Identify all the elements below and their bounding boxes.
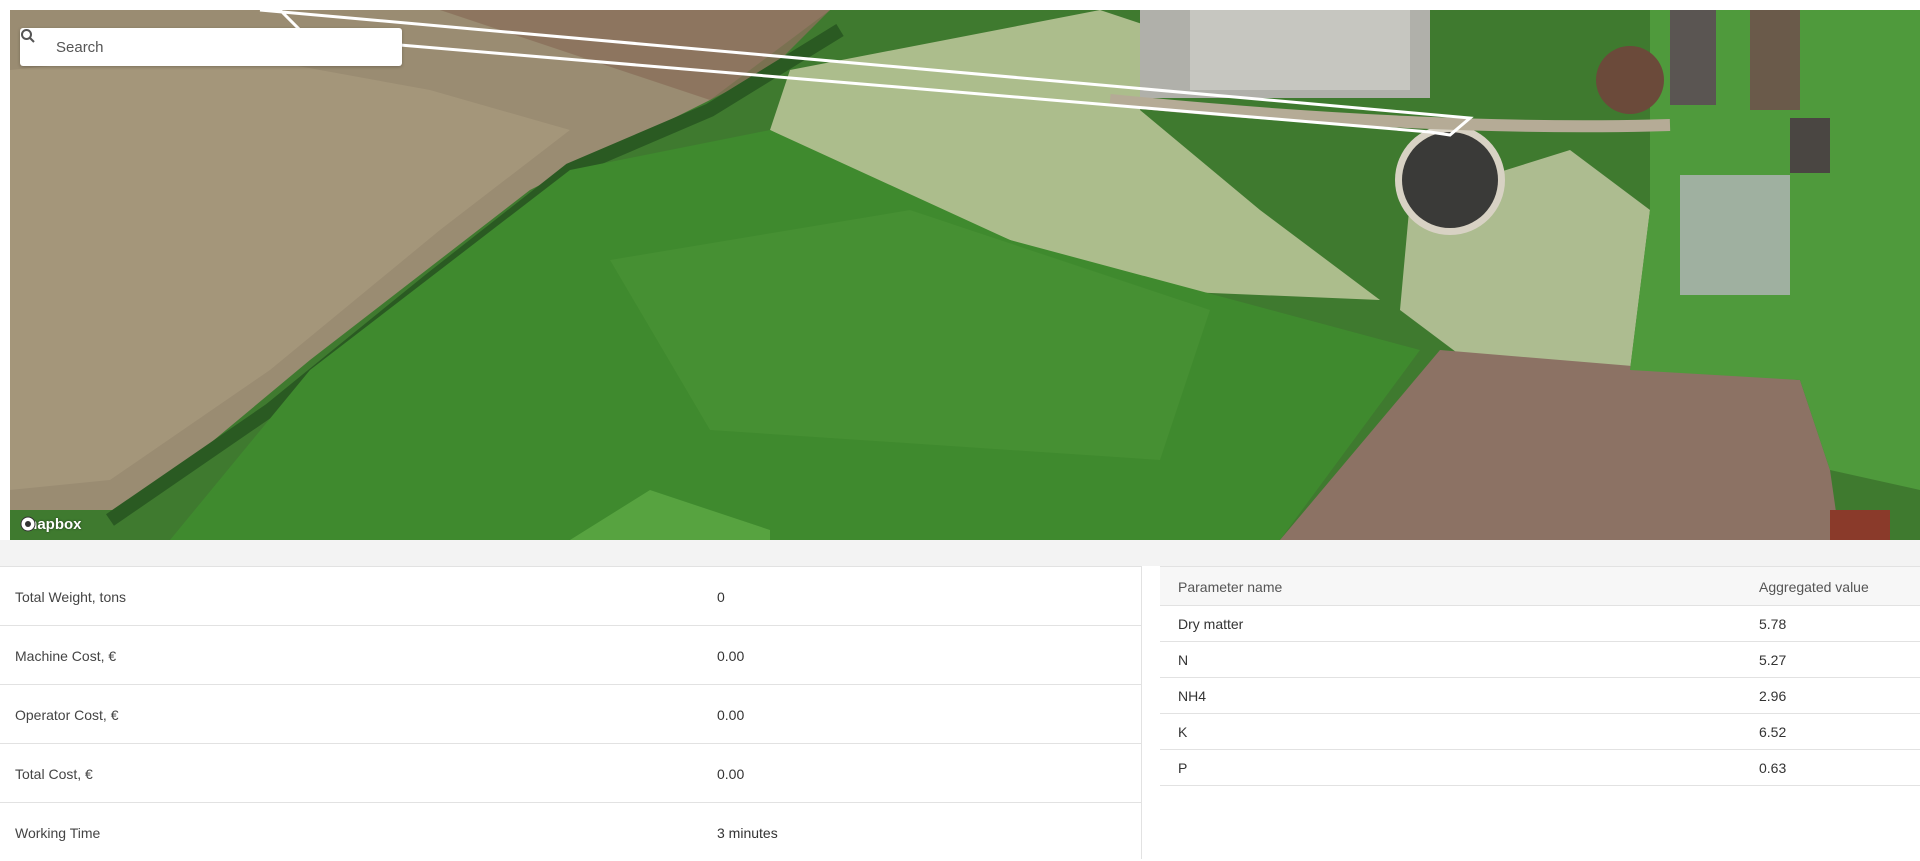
table-row: K 6.52 (1160, 714, 1920, 750)
parameters-table: Parameter name Aggregated value Dry matt… (1160, 566, 1920, 859)
row-value: 0 (717, 589, 725, 605)
section-divider (0, 540, 1920, 566)
search-input[interactable] (54, 37, 388, 57)
satellite-imagery (10, 10, 1920, 540)
column-header-parameter-name[interactable]: Parameter name (1178, 579, 1282, 595)
parameter-name: NH4 (1178, 688, 1207, 704)
row-value: 0.00 (717, 707, 745, 723)
table-row: Dry matter 5.78 (1160, 606, 1920, 642)
satellite-map[interactable]: mapbox (10, 10, 1920, 540)
row-label: Total Cost, € (15, 766, 93, 782)
row-label: Working Time (15, 825, 101, 841)
parameter-name: P (1178, 760, 1188, 776)
row-label: Operator Cost, € (15, 707, 119, 723)
parameter-value: 2.96 (1759, 688, 1787, 704)
table-row: Machine Cost, € 0.00 (0, 626, 1141, 685)
table-row: Working Time 3 minutes (0, 803, 1141, 861)
table-row: P 0.63 (1160, 750, 1920, 786)
row-value: 0.00 (717, 648, 745, 664)
parameter-value: 0.63 (1759, 760, 1787, 776)
map-search-box[interactable] (20, 28, 402, 66)
row-value: 0.00 (717, 766, 745, 782)
parameter-name: Dry matter (1178, 616, 1244, 632)
mapbox-attribution[interactable]: mapbox (20, 516, 82, 533)
cost-summary-table: Total Weight, tons 0 Machine Cost, € 0.0… (0, 566, 1142, 859)
row-label: Machine Cost, € (15, 648, 117, 664)
column-header-aggregated-value[interactable]: Aggregated value (1759, 579, 1869, 595)
parameter-value: 5.78 (1759, 616, 1787, 632)
parameter-name: K (1178, 724, 1188, 740)
table-row: N 5.27 (1160, 642, 1920, 678)
table-row: Operator Cost, € 0.00 (0, 685, 1141, 744)
parameter-value: 5.27 (1759, 652, 1787, 668)
table-row: NH4 2.96 (1160, 678, 1920, 714)
row-value: 3 minutes (717, 825, 778, 841)
table-row: Total Weight, tons 0 (0, 567, 1141, 626)
table-header: Parameter name Aggregated value (1160, 567, 1920, 606)
parameter-name: N (1178, 652, 1189, 668)
parameter-value: 6.52 (1759, 724, 1787, 740)
row-label: Total Weight, tons (15, 589, 127, 605)
table-row: Total Cost, € 0.00 (0, 744, 1141, 803)
search-icon (20, 28, 54, 66)
